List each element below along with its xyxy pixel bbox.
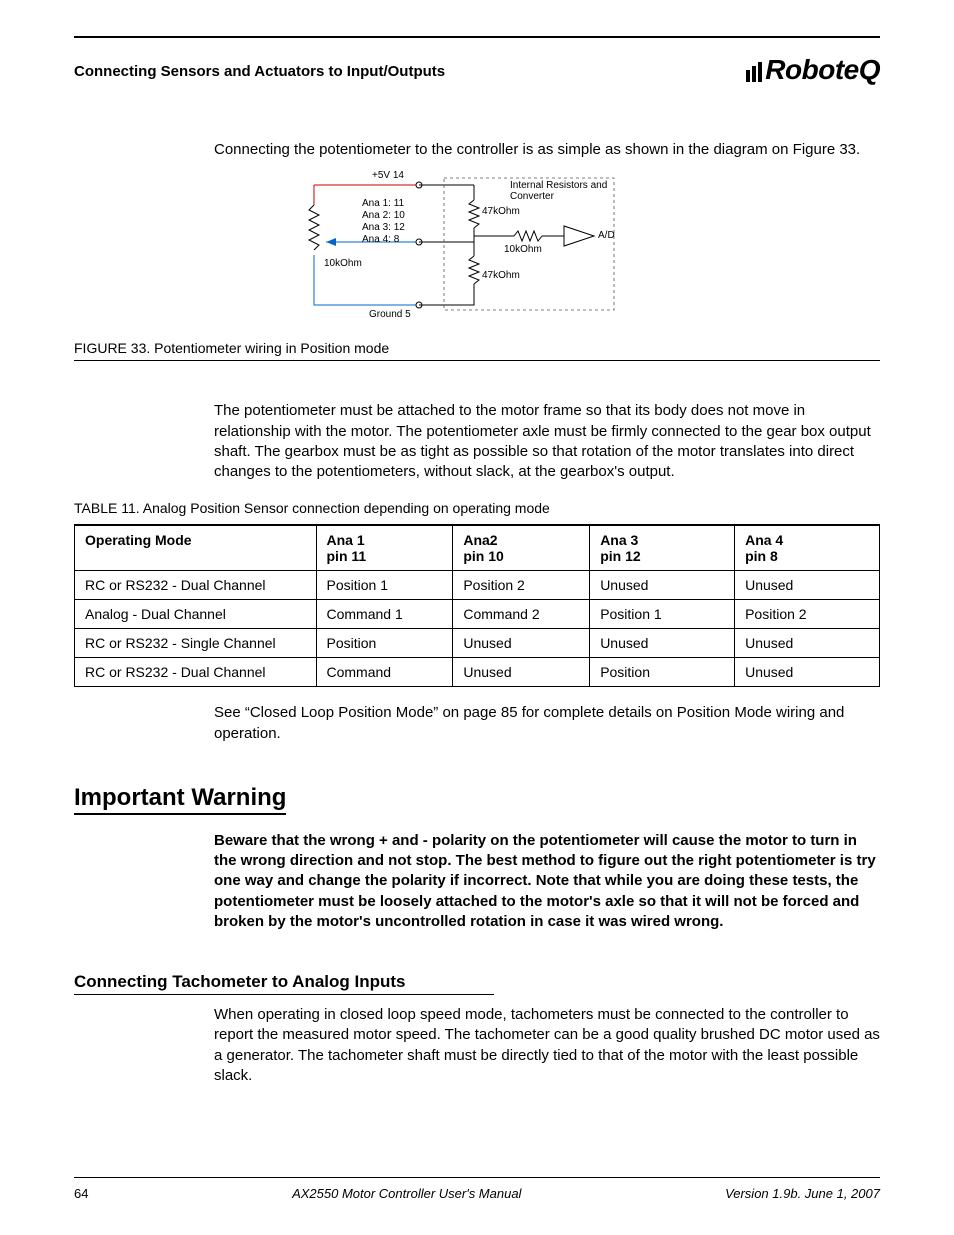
th-ana1: Ana 1pin 11	[316, 525, 453, 571]
see-paragraph: See “Closed Loop Position Mode” on page …	[214, 703, 880, 744]
label-internal: Internal Resistors and Converter	[510, 180, 610, 202]
label-ground: Ground 5	[369, 309, 411, 320]
logo-bars-icon	[746, 62, 762, 82]
label-pot: 10kOhm	[324, 258, 362, 269]
label-r-upper: 47kOhm	[482, 206, 520, 217]
label-ana4: Ana 4: 8	[362, 234, 399, 245]
th-mode: Operating Mode	[75, 525, 317, 571]
th-ana4: Ana 4pin 8	[735, 525, 880, 571]
table-row: RC or RS232 - Dual ChannelPosition 1Posi…	[75, 571, 880, 600]
label-5v: +5V 14	[372, 170, 404, 181]
pot-paragraph: The potentiometer must be attached to th…	[214, 401, 880, 482]
table-row: RC or RS232 - Single ChannelPositionUnus…	[75, 629, 880, 658]
label-ana3: Ana 3: 12	[362, 222, 405, 233]
th-ana3: Ana 3pin 12	[590, 525, 735, 571]
label-ad: A/D	[598, 230, 615, 241]
warning-text: Beware that the wrong + and - polarity o…	[214, 831, 880, 932]
page-number: 64	[74, 1186, 88, 1201]
intro-paragraph: Connecting the potentiometer to the cont…	[214, 140, 880, 160]
roboteq-logo: RoboteQ	[746, 56, 880, 84]
table-caption: TABLE 11. Analog Position Sensor connect…	[74, 500, 880, 516]
tach-heading: Connecting Tachometer to Analog Inputs	[74, 972, 880, 992]
manual-title: AX2550 Motor Controller User's Manual	[292, 1186, 521, 1201]
section-title: Connecting Sensors and Actuators to Inpu…	[74, 63, 445, 80]
tach-paragraph: When operating in closed loop speed mode…	[214, 1005, 880, 1086]
page-footer: 64 AX2550 Motor Controller User's Manual…	[74, 1177, 880, 1201]
version-text: Version 1.9b. June 1, 2007	[725, 1186, 880, 1201]
figure-caption: FIGURE 33. Potentiometer wiring in Posit…	[74, 340, 880, 356]
label-ana1: Ana 1: 11	[362, 198, 404, 209]
analog-position-table: Operating Mode Ana 1pin 11 Ana2pin 10 An…	[74, 524, 880, 687]
figure-33-diagram: +5V 14 Ana 1: 11 Ana 2: 10 Ana 3: 12 Ana…	[74, 170, 880, 340]
table-row: Analog - Dual ChannelCommand 1Command 2P…	[75, 600, 880, 629]
label-r-mid: 10kOhm	[504, 244, 542, 255]
table-row: RC or RS232 - Dual ChannelCommandUnusedP…	[75, 658, 880, 687]
label-ana2: Ana 2: 10	[362, 210, 405, 221]
warning-heading: Important Warning	[74, 784, 286, 815]
label-r-lower: 47kOhm	[482, 270, 520, 281]
logo-text: RoboteQ	[765, 56, 880, 84]
table-header-row: Operating Mode Ana 1pin 11 Ana2pin 10 An…	[75, 525, 880, 571]
th-ana2: Ana2pin 10	[453, 525, 590, 571]
